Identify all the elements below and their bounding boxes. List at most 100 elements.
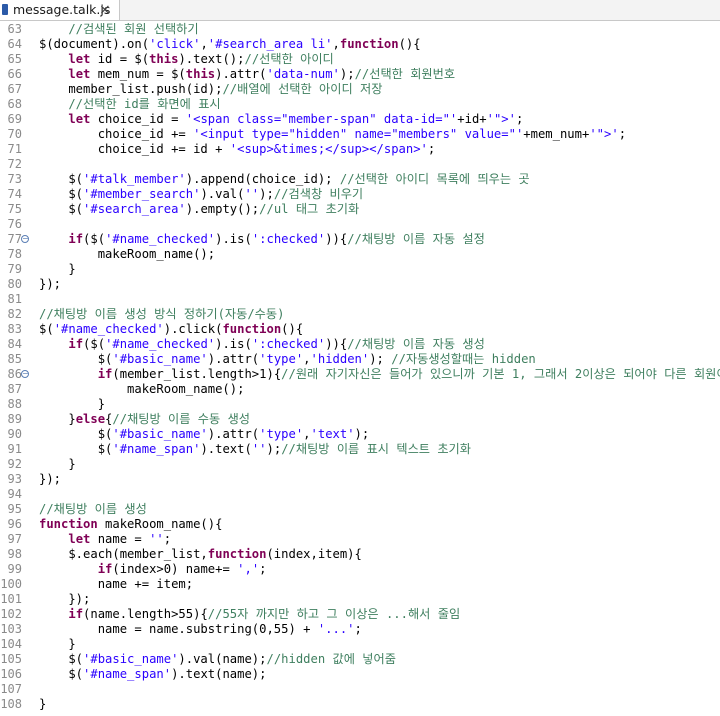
code-line[interactable]: 93}); <box>0 472 720 487</box>
code-line[interactable]: 65 let id = $(this).text();//선택한 아이디 <box>0 52 720 67</box>
code-text: $('#search_area').empty();//ul 태그 초기화 <box>39 202 359 217</box>
line-number: 84 <box>7 337 22 351</box>
code-token: ).attr( <box>207 427 260 441</box>
code-line[interactable]: 104 } <box>0 637 720 652</box>
code-line[interactable]: 79 } <box>0 262 720 277</box>
code-token: if <box>68 232 84 246</box>
code-token: '...' <box>317 622 355 636</box>
line-number: 95 <box>7 502 22 516</box>
code-token: //선택한 아이디 <box>244 52 334 66</box>
code-token: ).text(name); <box>171 667 267 681</box>
code-line[interactable]: 85 $('#basic_name').attr('type','hidden'… <box>0 352 720 367</box>
code-token: 'hidden' <box>310 352 370 366</box>
code-editor[interactable]: 63 //검색된 회원 선택하기 64 $(document).on('click'… <box>0 22 720 716</box>
code-token: //채팅방 이름 생성 <box>39 502 147 516</box>
code-token: ); <box>339 67 355 81</box>
line-number: 71 <box>7 142 22 156</box>
code-line[interactable]: 72 <box>0 157 720 172</box>
line-number: 90 <box>7 427 22 441</box>
code-token: ).text( <box>200 442 252 456</box>
code-token: ).val(name); <box>178 652 267 666</box>
code-line[interactable]: 75 $('#search_area').empty();//ul 태그 초기화 <box>0 202 720 217</box>
code-line[interactable]: 88 } <box>0 397 720 412</box>
code-line[interactable]: 74 $('#member_search').val('');//검색창 비우기 <box>0 187 720 202</box>
code-line[interactable]: 76 <box>0 217 720 232</box>
code-line[interactable]: 66 let mem_num = $(this).attr('data-num'… <box>0 67 720 82</box>
code-line[interactable]: 70 choice_id += '<input type="hidden" na… <box>0 127 720 142</box>
code-line[interactable]: 67 member_list.push(id);//배열에 선택한 아이디 저장 <box>0 82 720 97</box>
file-tab[interactable]: message.talk.js × <box>0 0 120 20</box>
code-line[interactable]: 73 $('#talk_member').append(choice_id); … <box>0 172 720 187</box>
code-token: } <box>39 697 47 711</box>
code-line[interactable]: 82 //채팅방 이름 생성 방식 정하기(자동/수동) <box>0 307 720 322</box>
code-line[interactable]: 87 makeRoom_name(); <box>0 382 720 397</box>
code-token: ; <box>354 622 362 636</box>
code-line[interactable]: 95 //채팅방 이름 생성 <box>0 502 720 517</box>
code-line[interactable]: 98 $.each(member_list,function(index,ite… <box>0 547 720 562</box>
code-line[interactable]: 89 }else{//채팅방 이름 수동 생성 <box>0 412 720 427</box>
code-token: $( <box>39 652 84 666</box>
code-line[interactable]: 94 <box>0 487 720 502</box>
code-line[interactable]: 80}); <box>0 277 720 292</box>
code-line[interactable]: 77− if($('#name_checked').is(':checked')… <box>0 232 720 247</box>
line-number: 63 <box>7 22 22 36</box>
code-token: ).text(); <box>178 52 245 66</box>
code-token: //hidden 값에 넣어줌 <box>266 652 396 666</box>
code-line[interactable]: 86− if(member_list.length>1){//원래 자기자신은 … <box>0 367 720 382</box>
code-line[interactable]: 107 <box>0 682 720 697</box>
code-line[interactable]: 81 <box>0 292 720 307</box>
code-token: } <box>39 412 76 426</box>
code-line[interactable]: 68 //선택한 id를 화면에 표시 <box>0 97 720 112</box>
code-line[interactable]: 103 name = name.substring(0,55) + '...'; <box>0 622 720 637</box>
code-line[interactable]: 78 makeRoom_name(); <box>0 247 720 262</box>
code-line[interactable]: 91 $('#name_span').text('');//채팅방 이름 표시 … <box>0 442 720 457</box>
code-line[interactable]: 63 //검색된 회원 선택하기 <box>0 22 720 37</box>
code-line[interactable]: 97 let name = ''; <box>0 532 720 547</box>
code-token: , <box>303 352 311 366</box>
line-number: 93 <box>7 472 22 486</box>
code-token: , <box>332 37 340 51</box>
code-text: makeRoom_name(); <box>39 247 215 262</box>
code-line[interactable]: 108} <box>0 697 720 712</box>
code-line[interactable]: 84 if($('#name_checked').is(':checked'))… <box>0 337 720 352</box>
code-token: choice_id = <box>90 112 186 126</box>
code-token: ).is( <box>215 232 252 246</box>
code-token: }); <box>39 472 62 486</box>
code-token: name += item; <box>39 577 194 591</box>
close-icon[interactable]: × <box>99 0 111 20</box>
line-number: 76 <box>7 217 22 231</box>
fold-toggle-icon[interactable]: − <box>21 370 29 378</box>
code-line[interactable]: 99 if(index>0) name+= ','; <box>0 562 720 577</box>
line-number: 96 <box>7 517 22 531</box>
code-line[interactable]: 71 choice_id += id + '<sup>&times;</sup>… <box>0 142 720 157</box>
code-token: ; <box>427 142 436 156</box>
code-text: let name = ''; <box>39 532 171 547</box>
code-line[interactable]: 92 } <box>0 457 720 472</box>
code-line[interactable]: 102 if(name.length>55){//55자 까지만 하고 그 이상… <box>0 607 720 622</box>
code-line[interactable]: 90 $('#basic_name').attr('type','text'); <box>0 427 720 442</box>
code-line[interactable]: 106 $('#name_span').text(name); <box>0 667 720 682</box>
line-number: 94 <box>7 487 22 501</box>
code-line[interactable]: 100 name += item; <box>0 577 720 592</box>
code-text: makeRoom_name(); <box>39 382 244 397</box>
code-token: id = $( <box>90 52 150 66</box>
code-line[interactable]: 105 $('#basic_name').val(name);//hidden … <box>0 652 720 667</box>
code-line[interactable]: 101 }); <box>0 592 720 607</box>
line-number: 64 <box>7 37 22 51</box>
fold-toggle-icon[interactable]: − <box>21 235 29 243</box>
code-line[interactable]: 64 $(document).on('click','#search_area l… <box>0 37 720 52</box>
line-number: 73 <box>7 172 22 186</box>
code-line[interactable]: 69 let choice_id = '<span class="member-… <box>0 112 720 127</box>
code-token: $( <box>39 187 84 201</box>
code-line[interactable]: 96 function makeRoom_name(){ <box>0 517 720 532</box>
code-token: //ul 태그 초기화 <box>259 202 360 216</box>
code-line[interactable]: 83 $('#name_checked').click(function(){ <box>0 322 720 337</box>
code-text: $('#name_checked').click(function(){ <box>39 322 303 337</box>
code-token: member_list.push(id); <box>39 82 223 96</box>
code-text: $(document).on('click','#search_area li'… <box>39 37 421 52</box>
